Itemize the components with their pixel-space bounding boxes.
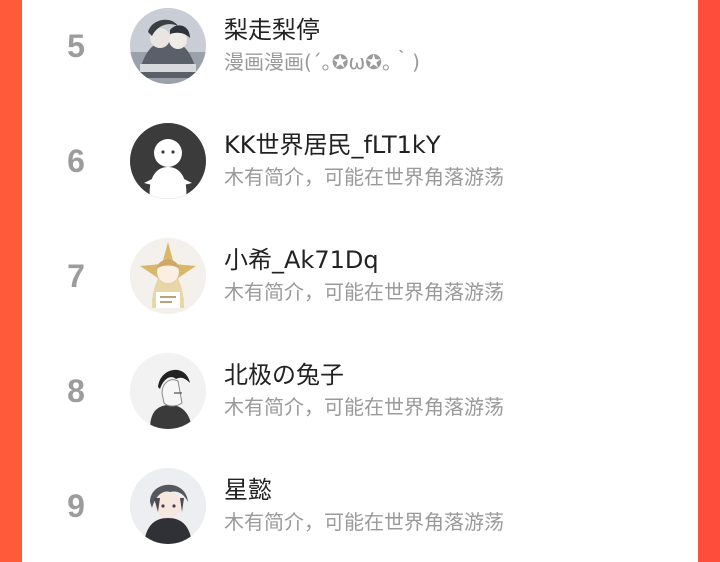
rank-number: 9	[67, 488, 85, 524]
user-intro: 木有简介，可能在世界角落游荡	[224, 165, 504, 189]
rank-number: 5	[67, 28, 85, 64]
user-intro: 木有简介，可能在世界角落游荡	[224, 280, 504, 304]
ranking-list-item[interactable]: 8 北极の兔子 木有简介，可能在世界角落游荡	[22, 331, 698, 446]
user-avatar[interactable]	[130, 353, 206, 429]
user-intro: 漫画漫画(´｡✪ω✪｡｀)	[224, 50, 420, 74]
user-name: 梨走梨停	[224, 16, 320, 44]
user-avatar[interactable]	[130, 123, 206, 199]
user-intro: 木有简介，可能在世界角落游荡	[224, 510, 504, 534]
rank-number: 6	[67, 143, 85, 179]
user-avatar[interactable]	[130, 8, 206, 84]
user-avatar[interactable]	[130, 238, 206, 314]
rank-number: 7	[67, 258, 85, 294]
ranking-list-item[interactable]: 9 星懿 木有简介，可能在世界角落游荡	[22, 446, 698, 561]
ranking-list-item[interactable]: 7 小希_Ak71Dq 木有简介，可能在世界角落游荡	[22, 216, 698, 331]
ranking-list-item[interactable]: 5 梨走梨停 漫画漫画(´｡✪ω✪｡｀)	[22, 0, 698, 101]
rank-number: 8	[67, 373, 85, 409]
user-name: 星懿	[224, 476, 272, 504]
user-avatar[interactable]	[130, 468, 206, 544]
ranking-list-item[interactable]: 6 KK世界居民_fLT1kY 木有简介，可能在世界角落游荡	[22, 101, 698, 216]
ranking-list-card: 5 梨走梨停 漫画漫画(´｡✪ω✪｡｀) 6 KK世界居民_fLT1kY 木有简…	[22, 0, 698, 562]
user-name: 北极の兔子	[224, 361, 344, 389]
user-name: KK世界居民_fLT1kY	[224, 131, 441, 159]
user-name: 小希_Ak71Dq	[224, 246, 379, 274]
user-intro: 木有简介，可能在世界角落游荡	[224, 395, 504, 419]
